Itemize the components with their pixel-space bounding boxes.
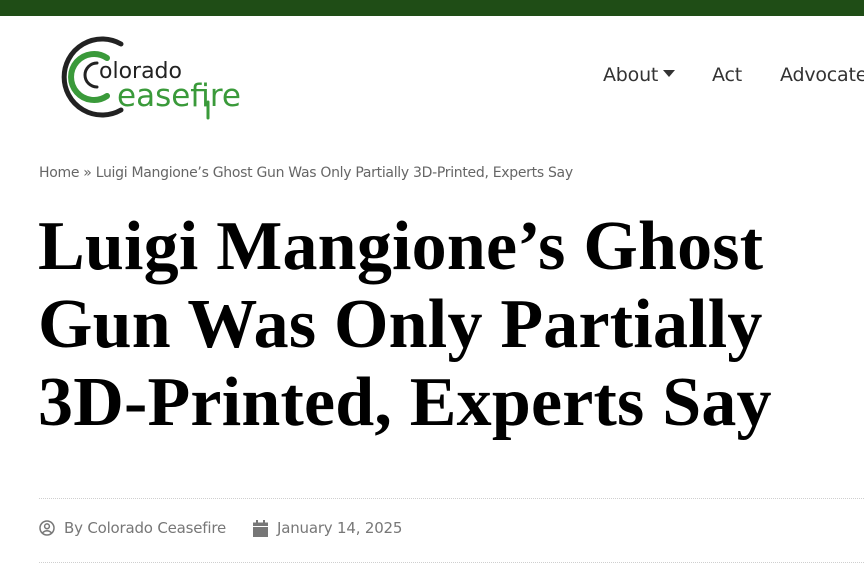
article-date-text: January 14, 2025 [277, 519, 403, 537]
breadcrumb-separator: » [79, 165, 96, 181]
article-author-text: By Colorado Ceasefire [64, 519, 227, 537]
top-accent-bar [0, 0, 864, 16]
nav-item-advocate[interactable]: Advocate [780, 64, 864, 86]
article-author[interactable]: By Colorado Ceasefire [39, 519, 226, 537]
article-date: January 14, 2025 [253, 519, 402, 537]
nav-item-about-label: About [603, 64, 659, 86]
breadcrumb: Home » Luigi Mangione’s Ghost Gun Was On… [39, 165, 573, 181]
calendar-icon [253, 519, 268, 537]
user-circle-icon [39, 520, 55, 536]
meta-divider-top [39, 498, 864, 499]
meta-divider-bottom [39, 562, 864, 563]
nav-item-act-label: Act [712, 64, 742, 86]
nav-item-act[interactable]: Act [712, 64, 742, 86]
article-meta: By Colorado Ceasefire January 14, 2025 [0, 519, 864, 541]
caret-down-icon [663, 70, 676, 77]
nav-item-advocate-label: Advocate [780, 64, 864, 86]
nav-item-about[interactable]: About [603, 64, 676, 86]
article-title: Luigi Mangione’s Ghost Gun Was Only Part… [38, 208, 772, 441]
breadcrumb-current: Luigi Mangione’s Ghost Gun Was Only Part… [95, 165, 573, 181]
breadcrumb-home-link[interactable]: Home [39, 165, 79, 181]
main-navigation: About Act Advocate [0, 64, 864, 90]
